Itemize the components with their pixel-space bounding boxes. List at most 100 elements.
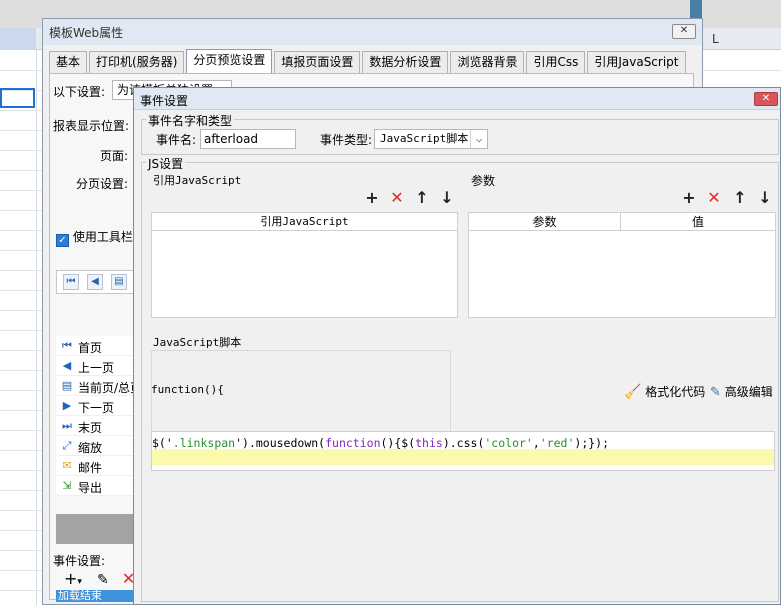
code-token: $(' [152, 436, 173, 450]
list-item-label: 导出 [78, 481, 103, 495]
format-code-button[interactable]: 🧹 格式化代码 [624, 383, 705, 400]
params-table[interactable]: 参数 值 [468, 212, 776, 318]
paging-settings-label: 分页设置: [76, 177, 129, 191]
dialog-titlebar: 事件设置 ✕ [134, 88, 780, 110]
window-close-button[interactable]: ✕ [672, 24, 696, 39]
tab-browser-background[interactable]: 浏览器背景 [450, 51, 525, 73]
code-token: ).css( [442, 436, 485, 450]
code-token: .linkspan [172, 436, 236, 450]
dialog-close-button[interactable]: ✕ [754, 92, 778, 106]
use-toolbar-row[interactable]: ✓ 使用工具栏 [56, 228, 133, 247]
event-type-select[interactable]: JavaScript脚本 ⌵ [374, 129, 488, 149]
last-page-icon: ⏭ [62, 419, 72, 432]
code-line: $('.linkspan').mousedown(function(){$(th… [152, 436, 609, 450]
list-item-label: 下一页 [78, 401, 115, 415]
code-token: function [325, 436, 381, 450]
list-item[interactable]: ⏭ 末页 [56, 416, 140, 436]
tab-printer[interactable]: 打印机(服务器) [89, 51, 185, 73]
event-name-input[interactable]: afterload [200, 129, 296, 149]
grid-line [36, 50, 37, 605]
event-settings-dialog: 事件设置 ✕ 事件名字和类型 事件名: afterload 事件类型: Java… [133, 87, 781, 605]
current-page-icon: ▤ [61, 379, 73, 392]
code-editor[interactable]: $('.linkspan').mousedown(function(){$(th… [151, 431, 775, 471]
add-event-icon[interactable]: + [64, 569, 77, 588]
list-item-label: 邮件 [78, 461, 103, 475]
list-item-label: 末页 [78, 421, 103, 435]
code-token: this [415, 436, 443, 450]
zoom-icon: ⤢ [62, 439, 72, 452]
code-token: ').mousedown( [235, 436, 326, 450]
current-page-icon[interactable]: ▤ [111, 274, 127, 290]
delete-param-icon[interactable]: ✕ [705, 189, 723, 207]
grey-panel [56, 514, 140, 544]
code-token: , [532, 436, 540, 450]
event-name-label: 事件名: [156, 133, 197, 147]
export-icon: ⇲ [62, 479, 72, 492]
selected-cell[interactable] [0, 88, 35, 108]
row-header-corner [0, 28, 36, 50]
list-item[interactable]: ▤ 当前页/总页 [56, 376, 142, 396]
value-column-header[interactable]: 值 [621, 213, 775, 231]
list-item[interactable]: ⏮ 首页 [56, 336, 140, 356]
tab-bar: 基本 打印机(服务器) 分页预览设置 填报页面设置 数据分析设置 浏览器背景 引… [49, 49, 688, 73]
next-page-icon: ▶ [62, 399, 72, 412]
param-column-header[interactable]: 参数 [469, 213, 621, 231]
advanced-edit-button[interactable]: ✎ 高级编辑 [710, 383, 773, 400]
window-titlebar: 模板Web属性 ✕ [43, 19, 702, 45]
move-up-icon[interactable]: ↑ [731, 189, 749, 207]
event-type-label: 事件类型: [320, 133, 373, 147]
window-title: 模板Web属性 [49, 26, 124, 40]
function-header: function(){ [151, 383, 224, 396]
report-position-label: 报表显示位置: [53, 119, 130, 133]
edit-icon[interactable]: ✎ [97, 572, 109, 588]
toolbar-button-list: ⏮ 首页 ◀ 上一页 ▤ 当前页/总页 ▶ 下一页 ⏭ 末页 ⤢ 缩放 ✉ 邮件 ⇲ 导出 [56, 336, 142, 496]
list-item-label: 上一页 [78, 361, 115, 375]
chevron-down-icon[interactable]: ⌵ [470, 130, 487, 148]
following-settings-label: 以下设置: [53, 85, 106, 99]
tab-ref-css[interactable]: 引用Css [526, 51, 586, 73]
edit-icon: ✎ [710, 385, 721, 400]
js-settings-group-title: JS设置 [146, 155, 186, 172]
add-ref-js-icon[interactable]: + [363, 189, 381, 207]
list-item[interactable]: ⤢ 缩放 [56, 436, 140, 456]
code-token: 'color' [484, 436, 533, 450]
list-item[interactable]: ▶ 下一页 [56, 396, 140, 416]
prev-page-icon[interactable]: ◀ [87, 274, 103, 290]
move-down-icon[interactable]: ↓ [756, 189, 774, 207]
format-code-label: 格式化代码 [645, 385, 706, 399]
mail-icon: ✉ [62, 459, 72, 472]
prev-page-icon: ◀ [62, 359, 72, 372]
broom-icon: 🧹 [624, 384, 642, 400]
move-down-icon[interactable]: ↓ [438, 189, 456, 207]
current-line-highlight [152, 449, 774, 465]
ref-javascript-table[interactable]: 引用JavaScript [151, 212, 458, 318]
ref-javascript-column-header[interactable]: 引用JavaScript [152, 213, 457, 231]
add-param-icon[interactable]: + [680, 189, 698, 207]
code-token: (){$( [380, 436, 416, 450]
list-item[interactable]: ⇲ 导出 [56, 476, 140, 496]
page-label: 页面: [100, 149, 129, 163]
tab-fill-page[interactable]: 填报页面设置 [274, 51, 361, 73]
delete-ref-js-icon[interactable]: ✕ [388, 189, 406, 207]
javascript-script-label: JavaScript脚本 [153, 336, 242, 349]
event-list-selected[interactable]: 加载结束 [56, 590, 140, 602]
tab-data-analysis[interactable]: 数据分析设置 [362, 51, 449, 73]
list-item-label: 缩放 [78, 441, 103, 455]
event-toolbar: +▾ ✎ ✕ [64, 569, 135, 588]
list-item[interactable]: ◀ 上一页 [56, 356, 140, 376]
move-up-icon[interactable]: ↑ [413, 189, 431, 207]
first-page-icon: ⏮ [62, 339, 72, 352]
tab-ref-javascript[interactable]: 引用JavaScript [587, 51, 686, 73]
event-type-value: JavaScript脚本 [380, 132, 469, 145]
advanced-edit-label: 高级编辑 [724, 385, 773, 399]
checkbox-checked-icon[interactable]: ✓ [56, 234, 69, 247]
toolbar-preview: ⏮ ◀ ▤ [56, 270, 136, 294]
ref-javascript-label: 引用JavaScript [153, 174, 242, 187]
event-settings-label: 事件设置: [53, 554, 106, 568]
list-item[interactable]: ✉ 邮件 [56, 456, 140, 476]
column-header-l[interactable]: L [712, 32, 719, 46]
tab-basic[interactable]: 基本 [49, 51, 88, 73]
tab-page-preview[interactable]: 分页预览设置 [186, 49, 273, 73]
chevron-down-icon[interactable]: ▾ [77, 577, 82, 587]
first-page-icon[interactable]: ⏮ [63, 274, 79, 290]
